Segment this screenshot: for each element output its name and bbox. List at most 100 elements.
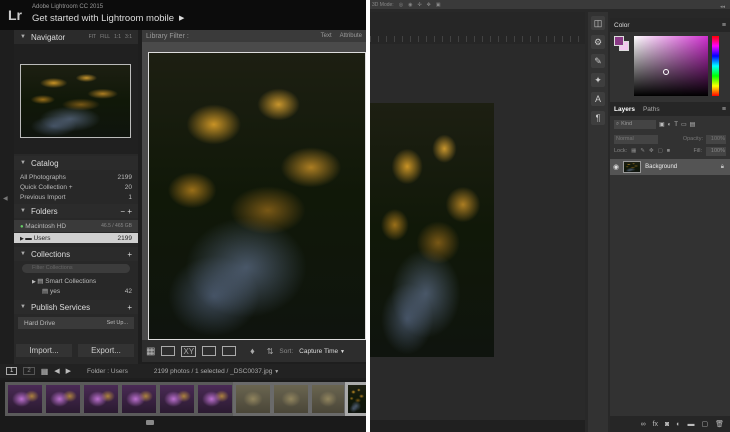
filter-tab-attribute[interactable]: Attribute bbox=[340, 33, 362, 39]
visibility-eye-icon[interactable]: ◉ bbox=[613, 163, 619, 171]
paths-tab[interactable]: Paths bbox=[643, 106, 660, 113]
hue-slider[interactable] bbox=[712, 36, 719, 96]
layer-style-icon[interactable]: fx bbox=[653, 421, 658, 428]
filmstrip-scrollbar[interactable] bbox=[146, 420, 154, 425]
color-tab[interactable]: Color bbox=[614, 22, 630, 29]
navigator-header[interactable]: ▼ Navigator FIT FILL 1:1 3:1 bbox=[14, 30, 138, 44]
adjustment-filter-icon[interactable]: ◐ bbox=[668, 122, 672, 128]
filmstrip-thumb[interactable] bbox=[43, 382, 83, 416]
page-2-button[interactable]: 2 bbox=[23, 367, 35, 375]
horizontal-scrollbar[interactable] bbox=[370, 420, 585, 432]
link-layers-icon[interactable]: ∞ bbox=[641, 421, 646, 428]
catalog-item[interactable]: Quick Collection + 20 bbox=[14, 182, 138, 192]
collections-header[interactable]: ▼ Collections + bbox=[14, 247, 138, 261]
layer-row[interactable]: ◉ Background 🔒︎ bbox=[610, 159, 730, 175]
add-folder-icon[interactable]: − + bbox=[120, 207, 132, 216]
grid-view-icon[interactable]: ▦ bbox=[146, 346, 155, 357]
panel-menu-icon[interactable]: ≡ bbox=[722, 22, 726, 29]
painter-icon[interactable]: ♦ bbox=[250, 346, 255, 356]
brush-preset-icon[interactable]: ✎ bbox=[591, 54, 605, 68]
import-button[interactable]: Import... bbox=[16, 344, 72, 357]
lock-artboard-icon[interactable]: ▢ bbox=[658, 148, 663, 154]
catalog-item[interactable]: All Photographs 2199 bbox=[14, 172, 138, 182]
back-arrow-icon[interactable]: ◀ bbox=[54, 367, 59, 375]
delete-layer-icon[interactable]: 🗑︎ bbox=[715, 420, 724, 428]
filter-tab-text[interactable]: Text bbox=[321, 33, 332, 39]
filmstrip-thumb[interactable] bbox=[309, 382, 347, 416]
filmstrip-thumb[interactable] bbox=[119, 382, 159, 416]
compare-view-icon[interactable]: XY bbox=[181, 345, 197, 357]
identity-plate[interactable]: Get started with Lightroom mobile ▶ bbox=[32, 13, 184, 24]
sort-direction-icon[interactable]: ⇅ bbox=[267, 347, 274, 356]
add-mask-icon[interactable]: ◙ bbox=[665, 421, 669, 428]
main-photo[interactable] bbox=[148, 52, 366, 340]
foreground-color-swatch[interactable] bbox=[614, 36, 624, 46]
people-view-icon[interactable] bbox=[222, 346, 237, 356]
add-publish-icon[interactable]: + bbox=[127, 303, 132, 312]
opacity-input[interactable]: 100% bbox=[706, 134, 726, 144]
paragraph-icon[interactable]: ¶ bbox=[591, 111, 605, 125]
volume-row[interactable]: ● Macintosh HD 46.5 / 465 GB bbox=[14, 220, 138, 232]
filmstrip-thumb[interactable] bbox=[233, 382, 273, 416]
loupe-view-icon[interactable] bbox=[161, 346, 176, 356]
history-icon[interactable]: ◫ bbox=[591, 16, 605, 30]
filmstrip-thumb[interactable] bbox=[81, 382, 121, 416]
catalog-header[interactable]: ▼ Catalog bbox=[14, 156, 138, 170]
smart-object-filter-icon[interactable]: ▤ bbox=[690, 121, 696, 128]
pixel-filter-icon[interactable]: ▣ bbox=[659, 121, 665, 128]
filmstrip-info[interactable]: 2199 photos / 1 selected / _DSC0037.jpg … bbox=[154, 368, 279, 375]
character-icon[interactable]: A bbox=[591, 92, 605, 106]
layer-name[interactable]: Background bbox=[645, 164, 677, 170]
type-filter-icon[interactable]: T bbox=[674, 122, 678, 128]
collections-filter[interactable]: Filter Collections bbox=[22, 264, 130, 273]
lock-transparent-icon[interactable]: ▦ bbox=[631, 148, 636, 154]
filmstrip-thumb[interactable] bbox=[5, 382, 45, 416]
survey-view-icon[interactable] bbox=[202, 346, 217, 356]
zoom-1-1[interactable]: 1:1 bbox=[114, 34, 121, 40]
filmstrip-thumb[interactable] bbox=[195, 382, 235, 416]
lock-move-icon[interactable]: ✥ bbox=[649, 148, 654, 154]
forward-arrow-icon[interactable]: ▶ bbox=[66, 367, 71, 375]
slide-3d-icon[interactable]: ✥ bbox=[427, 2, 431, 8]
new-group-icon[interactable]: ▬ bbox=[687, 421, 694, 428]
fill-input[interactable]: 100% bbox=[706, 146, 726, 156]
roll-3d-icon[interactable]: ◉ bbox=[408, 2, 412, 8]
lock-all-icon[interactable]: ■ bbox=[667, 148, 670, 154]
brush-icon[interactable]: ✦ bbox=[591, 73, 605, 87]
lock-paint-icon[interactable]: ✎ bbox=[640, 148, 645, 154]
properties-icon[interactable]: ⚙ bbox=[591, 35, 605, 49]
rotate-3d-icon[interactable]: ◎ bbox=[399, 2, 403, 8]
page-1-button[interactable]: 1 bbox=[6, 367, 18, 375]
adjustment-layer-icon[interactable]: ◐ bbox=[676, 421, 680, 428]
blend-mode-select[interactable]: Normal bbox=[614, 134, 658, 144]
setup-link[interactable]: Set Up... bbox=[107, 320, 128, 326]
zoom-3-1[interactable]: 3:1 bbox=[125, 34, 132, 40]
filmstrip-thumb[interactable] bbox=[157, 382, 197, 416]
scale-3d-icon[interactable]: ▣ bbox=[436, 2, 441, 8]
catalog-item[interactable]: Previous Import 1 bbox=[14, 192, 138, 202]
kind-filter[interactable]: ⌕ Kind bbox=[614, 120, 656, 129]
add-collection-icon[interactable]: + bbox=[127, 250, 132, 259]
zoom-fill[interactable]: FILL bbox=[100, 34, 110, 40]
collapse-panels-icon[interactable]: ◂◂ bbox=[720, 4, 725, 10]
grid-icon[interactable]: ▦ bbox=[41, 367, 49, 376]
export-button[interactable]: Export... bbox=[78, 344, 134, 357]
shape-filter-icon[interactable]: ▭ bbox=[681, 121, 687, 128]
sort-select[interactable]: Capture Time ▼ bbox=[299, 348, 345, 355]
navigator-preview[interactable] bbox=[20, 64, 131, 138]
collection-item[interactable]: ▶ ▤ Smart Collections bbox=[14, 276, 138, 286]
color-field[interactable] bbox=[634, 36, 708, 96]
filmstrip-thumb-selected[interactable] bbox=[345, 382, 369, 416]
collection-item[interactable]: ▤ yes 42 bbox=[14, 286, 138, 296]
new-layer-icon[interactable]: ▢ bbox=[701, 420, 708, 428]
left-panel-toggle-icon[interactable]: ◀ bbox=[3, 195, 8, 202]
filmstrip-thumb[interactable] bbox=[271, 382, 311, 416]
drag-3d-icon[interactable]: ✣ bbox=[417, 2, 421, 8]
layers-tab[interactable]: Layers bbox=[614, 106, 635, 113]
document-canvas[interactable] bbox=[370, 103, 494, 357]
folders-header[interactable]: ▼ Folders − + bbox=[14, 204, 138, 218]
color-picker-marker-icon[interactable] bbox=[663, 69, 669, 75]
filmstrip-path[interactable]: Folder : Users bbox=[87, 368, 128, 375]
panel-menu-icon[interactable]: ≡ bbox=[722, 106, 726, 113]
folder-row[interactable]: ▶ ▬ Users 2199 bbox=[14, 233, 138, 243]
